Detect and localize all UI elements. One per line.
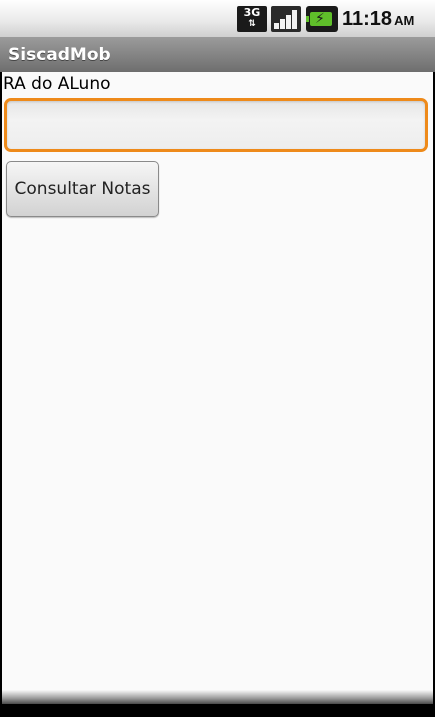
status-clock: 11:18 AM bbox=[342, 8, 414, 31]
app-title: SiscadMob bbox=[8, 45, 111, 65]
ra-label: RA do ALuno bbox=[3, 74, 111, 94]
signal-strength-icon bbox=[271, 6, 301, 32]
app-title-bar: SiscadMob bbox=[0, 38, 435, 72]
clock-ampm: AM bbox=[394, 13, 415, 28]
status-bar: 3G ⇅ ⚡ 11:18 AM bbox=[0, 0, 435, 38]
consultar-notas-button[interactable]: Consultar Notas bbox=[6, 161, 159, 217]
network-arrows-icon: ⇅ bbox=[248, 19, 256, 29]
network-3g-icon: 3G ⇅ bbox=[237, 6, 267, 32]
ra-input[interactable] bbox=[4, 98, 428, 152]
network-type-label: 3G bbox=[243, 6, 261, 19]
main-content: RA do ALuno Consultar Notas bbox=[2, 72, 433, 698]
bottom-shadow bbox=[2, 690, 433, 704]
clock-time: 11:18 bbox=[342, 8, 393, 30]
battery-charging-icon: ⚡ bbox=[306, 6, 338, 32]
